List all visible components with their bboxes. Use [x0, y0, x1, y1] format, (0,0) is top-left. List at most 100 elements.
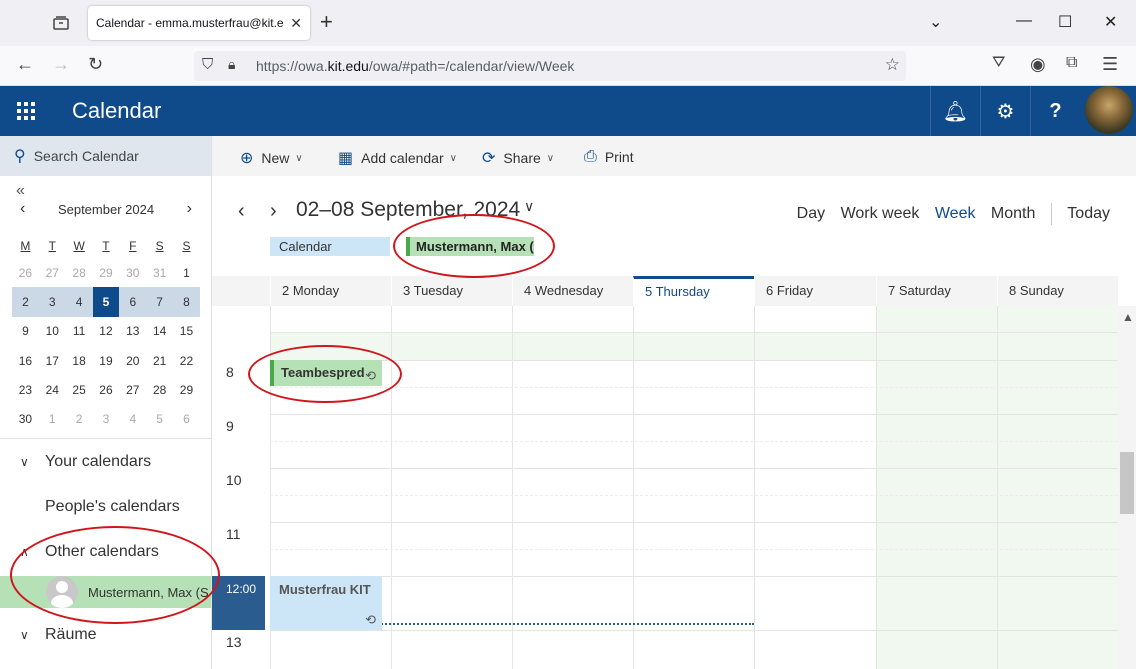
mini-cal-day[interactable]: 8 [173, 287, 200, 317]
calendar-pill-own[interactable]: Calendar [270, 237, 390, 256]
mini-cal-day[interactable]: 1 [39, 404, 66, 433]
shield-icon[interactable]: ⛉ [202, 56, 213, 73]
tab-overflow-chevron-icon[interactable]: ⌄ [929, 12, 942, 32]
mini-cal-day[interactable]: 17 [39, 346, 66, 375]
bookmark-star-icon[interactable]: ☆ [885, 55, 900, 75]
scroll-up-icon[interactable]: ▲ [1122, 310, 1134, 324]
mini-cal-day[interactable]: 30 [12, 404, 39, 433]
day-header-today[interactable]: 5 Thursday [633, 276, 754, 306]
mini-cal-day[interactable]: 25 [66, 375, 93, 404]
mini-cal-day[interactable]: 10 [39, 317, 66, 346]
mini-cal-day[interactable]: 27 [39, 258, 66, 287]
day-header[interactable]: 4 Wednesday [512, 276, 633, 306]
prev-week-icon[interactable]: ‹ [238, 200, 245, 223]
chevron-down-icon[interactable]: ∨ [295, 153, 302, 164]
day-header[interactable]: 8 Sunday [997, 276, 1118, 306]
day-header[interactable]: 6 Friday [754, 276, 876, 306]
mini-cal-day[interactable]: 15 [173, 317, 200, 346]
mini-cal-day[interactable]: 6 [119, 287, 147, 317]
prev-month-icon[interactable]: ‹ [20, 200, 25, 218]
event-teambesprechung[interactable]: Teambespred ⟲ [270, 360, 382, 386]
mini-cal-day[interactable]: 2 [66, 404, 93, 433]
mini-cal-day[interactable]: 4 [119, 404, 146, 433]
mini-cal-day[interactable]: 16 [12, 346, 39, 375]
mini-cal-day[interactable]: 4 [65, 287, 93, 317]
mini-cal-day[interactable]: 5 [146, 404, 173, 433]
mini-cal-day[interactable]: 26 [12, 258, 39, 287]
day-header[interactable]: 2 Monday [270, 276, 391, 306]
vertical-scrollbar[interactable]: ▲ [1118, 306, 1136, 669]
view-week[interactable]: Week [935, 205, 976, 222]
mini-cal-day[interactable]: 30 [119, 258, 146, 287]
calendar-pill-mustermann[interactable]: Mustermann, Max (S [406, 237, 534, 256]
rooms-group[interactable]: ∨ Räume [20, 626, 97, 644]
browser-tab[interactable]: Calendar - emma.musterfrau@kit.e ✕ [88, 6, 310, 40]
mini-cal-day[interactable]: 18 [66, 346, 93, 375]
tab-list-icon[interactable] [48, 10, 74, 36]
collapse-pane-icon[interactable]: « [16, 182, 25, 200]
scroll-thumb[interactable] [1120, 452, 1134, 514]
user-avatar[interactable] [1085, 86, 1133, 134]
menu-icon[interactable]: ☰ [1102, 54, 1118, 75]
mini-cal-day[interactable]: 14 [146, 317, 173, 346]
pocket-icon[interactable]: ⛛ [992, 54, 1005, 72]
your-calendars-group[interactable]: ∨ Your calendars [20, 453, 151, 471]
back-icon[interactable]: ← [16, 54, 34, 75]
today-button[interactable]: Today [1067, 205, 1110, 222]
mini-cal-day[interactable]: 28 [66, 258, 93, 287]
reload-icon[interactable]: ↻ [88, 54, 103, 75]
mini-cal-day[interactable]: 21 [146, 346, 173, 375]
help-icon[interactable]: ? [1030, 86, 1080, 136]
mini-cal-day[interactable]: 6 [173, 404, 200, 433]
mini-cal-day[interactable]: 29 [173, 375, 200, 404]
print-button[interactable]: ⎙ Print [584, 148, 634, 166]
next-week-icon[interactable]: › [270, 200, 277, 223]
account-icon[interactable]: ◉ [1030, 54, 1046, 75]
mini-cal-day[interactable]: 2 [12, 287, 39, 317]
extensions-icon[interactable]: ⧉ [1066, 54, 1077, 72]
mini-cal-day[interactable]: 3 [93, 404, 120, 433]
forward-icon[interactable]: → [52, 54, 70, 75]
minimize-icon[interactable]: — [1016, 12, 1032, 30]
app-launcher-icon[interactable] [0, 86, 52, 136]
other-calendar-item-mustermann[interactable]: Mustermann, Max (S [0, 576, 211, 608]
mini-cal-day[interactable]: 20 [119, 346, 146, 375]
view-month[interactable]: Month [991, 205, 1035, 222]
window-close-icon[interactable]: ✕ [1104, 12, 1117, 32]
other-calendars-group[interactable]: ∧ Other calendars [20, 543, 159, 561]
mini-cal-day[interactable]: 1 [173, 258, 200, 287]
chevron-down-icon[interactable]: ∨ [524, 198, 534, 215]
mini-cal-day[interactable]: 9 [12, 317, 39, 346]
next-month-icon[interactable]: › [187, 200, 192, 218]
settings-gear-icon[interactable]: ⚙ [980, 86, 1030, 136]
mini-cal-day[interactable]: 26 [93, 375, 120, 404]
search-calendar-input[interactable]: ⚲ Search Calendar [0, 136, 211, 176]
new-button[interactable]: ⊕ New ∨ [240, 148, 303, 168]
mini-cal-day[interactable]: 11 [66, 317, 93, 346]
mini-cal-day[interactable]: 24 [39, 375, 66, 404]
view-day[interactable]: Day [797, 205, 825, 222]
mini-cal-day[interactable]: 22 [173, 346, 200, 375]
mini-cal-day[interactable]: 28 [146, 375, 173, 404]
share-button[interactable]: ⟳ Share ∨ [482, 148, 554, 168]
view-work-week[interactable]: Work week [841, 205, 920, 222]
mini-cal-day[interactable]: 13 [119, 317, 146, 346]
maximize-icon[interactable]: ☐ [1058, 12, 1072, 32]
lock-icon[interactable]: 🔒︎ [228, 56, 235, 73]
close-tab-icon[interactable]: ✕ [290, 15, 302, 32]
mini-cal-day[interactable]: 19 [93, 346, 120, 375]
peoples-calendars-group[interactable]: People's calendars [45, 498, 180, 516]
mini-cal-day[interactable]: 3 [38, 287, 66, 317]
new-tab-icon[interactable]: + [320, 10, 333, 34]
day-header[interactable]: 7 Saturday [876, 276, 997, 306]
notifications-bell-icon[interactable]: 🔔︎ [930, 86, 980, 136]
mini-cal-day[interactable]: 27 [119, 375, 146, 404]
url-bar[interactable]: ⛉ 🔒︎ https://owa.kit.edu/owa/#path=/cale… [194, 51, 906, 81]
mini-cal-day[interactable]: 29 [93, 258, 120, 287]
date-range-title[interactable]: 02–08 September, 2024 [296, 198, 520, 222]
add-calendar-button[interactable]: ▦ Add calendar ∨ [338, 148, 457, 168]
mini-cal-day[interactable]: 23 [12, 375, 39, 404]
event-musterfrau-kit[interactable]: Musterfrau KIT ⟲ [270, 576, 382, 630]
time-grid[interactable]: 8 9 10 11 13 12:00 Teambespred ⟲ Musterf… [212, 306, 1118, 669]
day-header[interactable]: 3 Tuesday [391, 276, 512, 306]
